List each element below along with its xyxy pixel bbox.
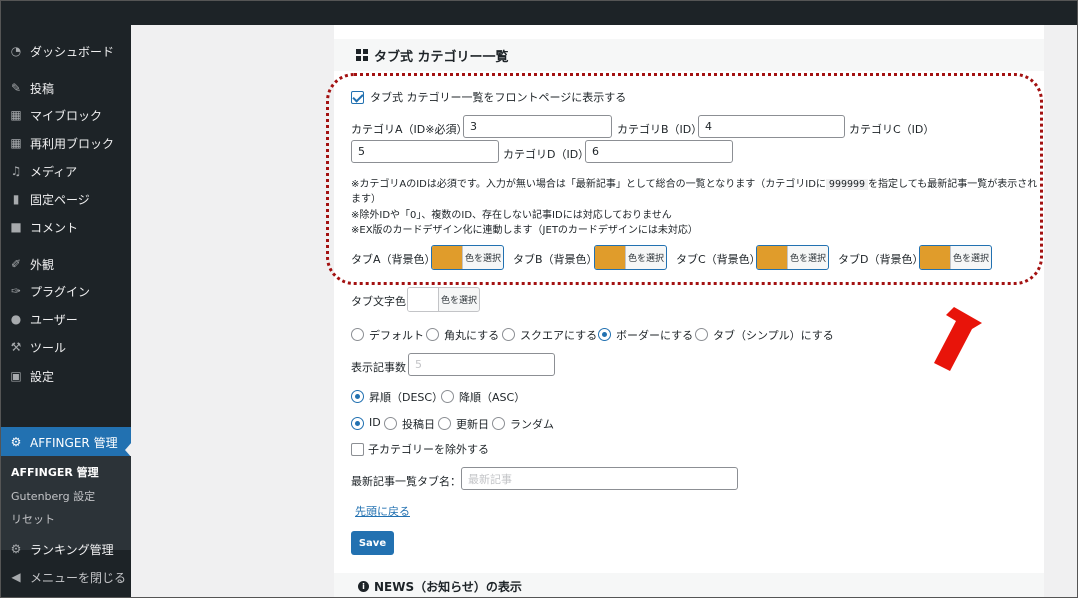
style-default-label: デフォルト bbox=[369, 329, 424, 342]
submenu-reset[interactable]: リセット bbox=[11, 511, 55, 527]
admin-sidebar: ◔ ダッシュボード ✎ 投稿 ▦ マイブロック ▦ 再利用ブロック ♫ メディア ▮ 固定ペ… bbox=[1, 25, 132, 597]
sidebar-item-media[interactable]: ♫ メディア bbox=[1, 157, 131, 185]
sidebar-item-tools[interactable]: ⚒ ツール bbox=[1, 333, 131, 361]
sidebar-item-pages[interactable]: ▮ 固定ページ bbox=[1, 185, 131, 213]
orderby-id-label: ID bbox=[369, 416, 381, 429]
exclude-child-checkbox[interactable] bbox=[351, 443, 364, 456]
dashboard-icon: ◔ bbox=[10, 44, 22, 58]
orderby-updated-radio[interactable] bbox=[438, 417, 451, 430]
orderby-updated-label: 更新日 bbox=[456, 418, 489, 431]
post-count-label: 表示記事数 bbox=[351, 361, 406, 374]
orderby-random-radio[interactable] bbox=[492, 417, 505, 430]
user-icon: ● bbox=[10, 312, 22, 326]
sidebar-item-plugins[interactable]: ✑ プラグイン bbox=[1, 277, 131, 305]
section-title: タブ式 カテゴリー一覧 bbox=[374, 49, 509, 65]
plugin-icon: ✑ bbox=[10, 284, 22, 298]
sidebar-item-comments[interactable]: ■ コメント bbox=[1, 213, 131, 241]
dotted-highlight-outline bbox=[326, 73, 1043, 285]
tab-text-color-label: タブ文字色 bbox=[351, 295, 406, 308]
collapse-icon: ◀ bbox=[11, 570, 21, 584]
grid-icon bbox=[356, 49, 368, 61]
settings-icon: ▣ bbox=[10, 369, 22, 383]
order-asc-label: 降順（ASC） bbox=[459, 391, 526, 404]
media-icon: ♫ bbox=[10, 164, 22, 178]
order-desc-radio[interactable] bbox=[351, 390, 364, 403]
grid-icon: ▦ bbox=[10, 108, 22, 122]
submenu-gutenberg-settings[interactable]: Gutenberg 設定 bbox=[11, 488, 95, 504]
wrench-icon: ⚒ bbox=[10, 340, 22, 354]
style-rounded-label: 角丸にする bbox=[444, 329, 500, 342]
news-section-title: NEWS（お知らせ）の表示 bbox=[374, 579, 522, 594]
collapse-menu-button[interactable]: ◀ メニューを閉じる bbox=[1, 563, 131, 591]
orderby-date-label: 投稿日 bbox=[402, 418, 435, 431]
gear-icon: ⚙ bbox=[10, 542, 22, 556]
sidebar-item-users[interactable]: ● ユーザー bbox=[1, 305, 131, 333]
sidebar-item-reusable-blocks[interactable]: ▦ 再利用ブロック bbox=[1, 129, 131, 157]
admin-top-bar bbox=[1, 1, 1077, 25]
tab-text-color-picker[interactable]: 色を選択 bbox=[407, 287, 480, 312]
screenshot-frame: ◔ ダッシュボード ✎ 投稿 ▦ マイブロック ▦ 再利用ブロック ♫ メディア ▮ 固定ペ… bbox=[0, 0, 1078, 598]
back-to-top-link[interactable]: 先頭に戻る bbox=[355, 503, 410, 519]
style-square-radio[interactable] bbox=[502, 328, 515, 341]
sidebar-item-posts[interactable]: ✎ 投稿 bbox=[1, 74, 131, 102]
page-icon: ▮ bbox=[12, 192, 20, 206]
color-swatch bbox=[408, 288, 438, 311]
comment-icon: ■ bbox=[10, 220, 22, 234]
sidebar-item-settings[interactable]: ▣ 設定 bbox=[1, 362, 131, 390]
sidebar-item-ranking[interactable]: ⚙ ランキング管理 bbox=[1, 535, 131, 563]
orderby-date-radio[interactable] bbox=[384, 417, 397, 430]
style-border-label: ボーダーにする bbox=[616, 329, 694, 342]
brush-icon: ✐ bbox=[10, 257, 22, 271]
orderby-random-label: ランダム bbox=[510, 418, 554, 431]
red-arrow-icon bbox=[934, 307, 982, 371]
info-icon: i bbox=[358, 580, 369, 592]
pin-icon: ✎ bbox=[10, 81, 22, 95]
post-count-input[interactable]: 5 bbox=[408, 353, 555, 376]
style-square-label: スクエアにする bbox=[520, 329, 598, 342]
order-asc-radio[interactable] bbox=[441, 390, 454, 403]
sidebar-item-dashboard[interactable]: ◔ ダッシュボード bbox=[1, 37, 131, 65]
save-button[interactable]: Save bbox=[351, 531, 394, 555]
style-rounded-radio[interactable] bbox=[426, 328, 439, 341]
news-section-header: i NEWS（お知らせ）の表示 bbox=[334, 573, 1044, 597]
sidebar-item-appearance[interactable]: ✐ 外観 bbox=[1, 250, 131, 278]
sidebar-item-my-blocks[interactable]: ▦ マイブロック bbox=[1, 101, 131, 129]
style-default-radio[interactable] bbox=[351, 328, 364, 341]
gear-icon: ⚙ bbox=[10, 435, 22, 449]
order-desc-label: 昇順（DESC） bbox=[369, 391, 444, 404]
section-header: タブ式 カテゴリー一覧 bbox=[334, 39, 1044, 71]
sidebar-item-affinger[interactable]: ⚙ AFFINGER 管理 bbox=[1, 427, 132, 458]
orderby-id-radio[interactable] bbox=[351, 417, 364, 430]
style-tab-simple-label: タブ（シンプル）にする bbox=[713, 329, 834, 342]
exclude-child-label: 子カテゴリーを除外する bbox=[368, 443, 489, 456]
latest-tab-name-label: 最新記事一覧タブ名： bbox=[351, 475, 461, 488]
submenu-affinger-settings[interactable]: AFFINGER 管理 bbox=[11, 464, 99, 480]
style-border-radio[interactable] bbox=[598, 328, 611, 341]
grid-icon: ▦ bbox=[10, 136, 22, 150]
style-tab-simple-radio[interactable] bbox=[695, 328, 708, 341]
latest-tab-name-input[interactable]: 最新記事 bbox=[461, 467, 738, 490]
